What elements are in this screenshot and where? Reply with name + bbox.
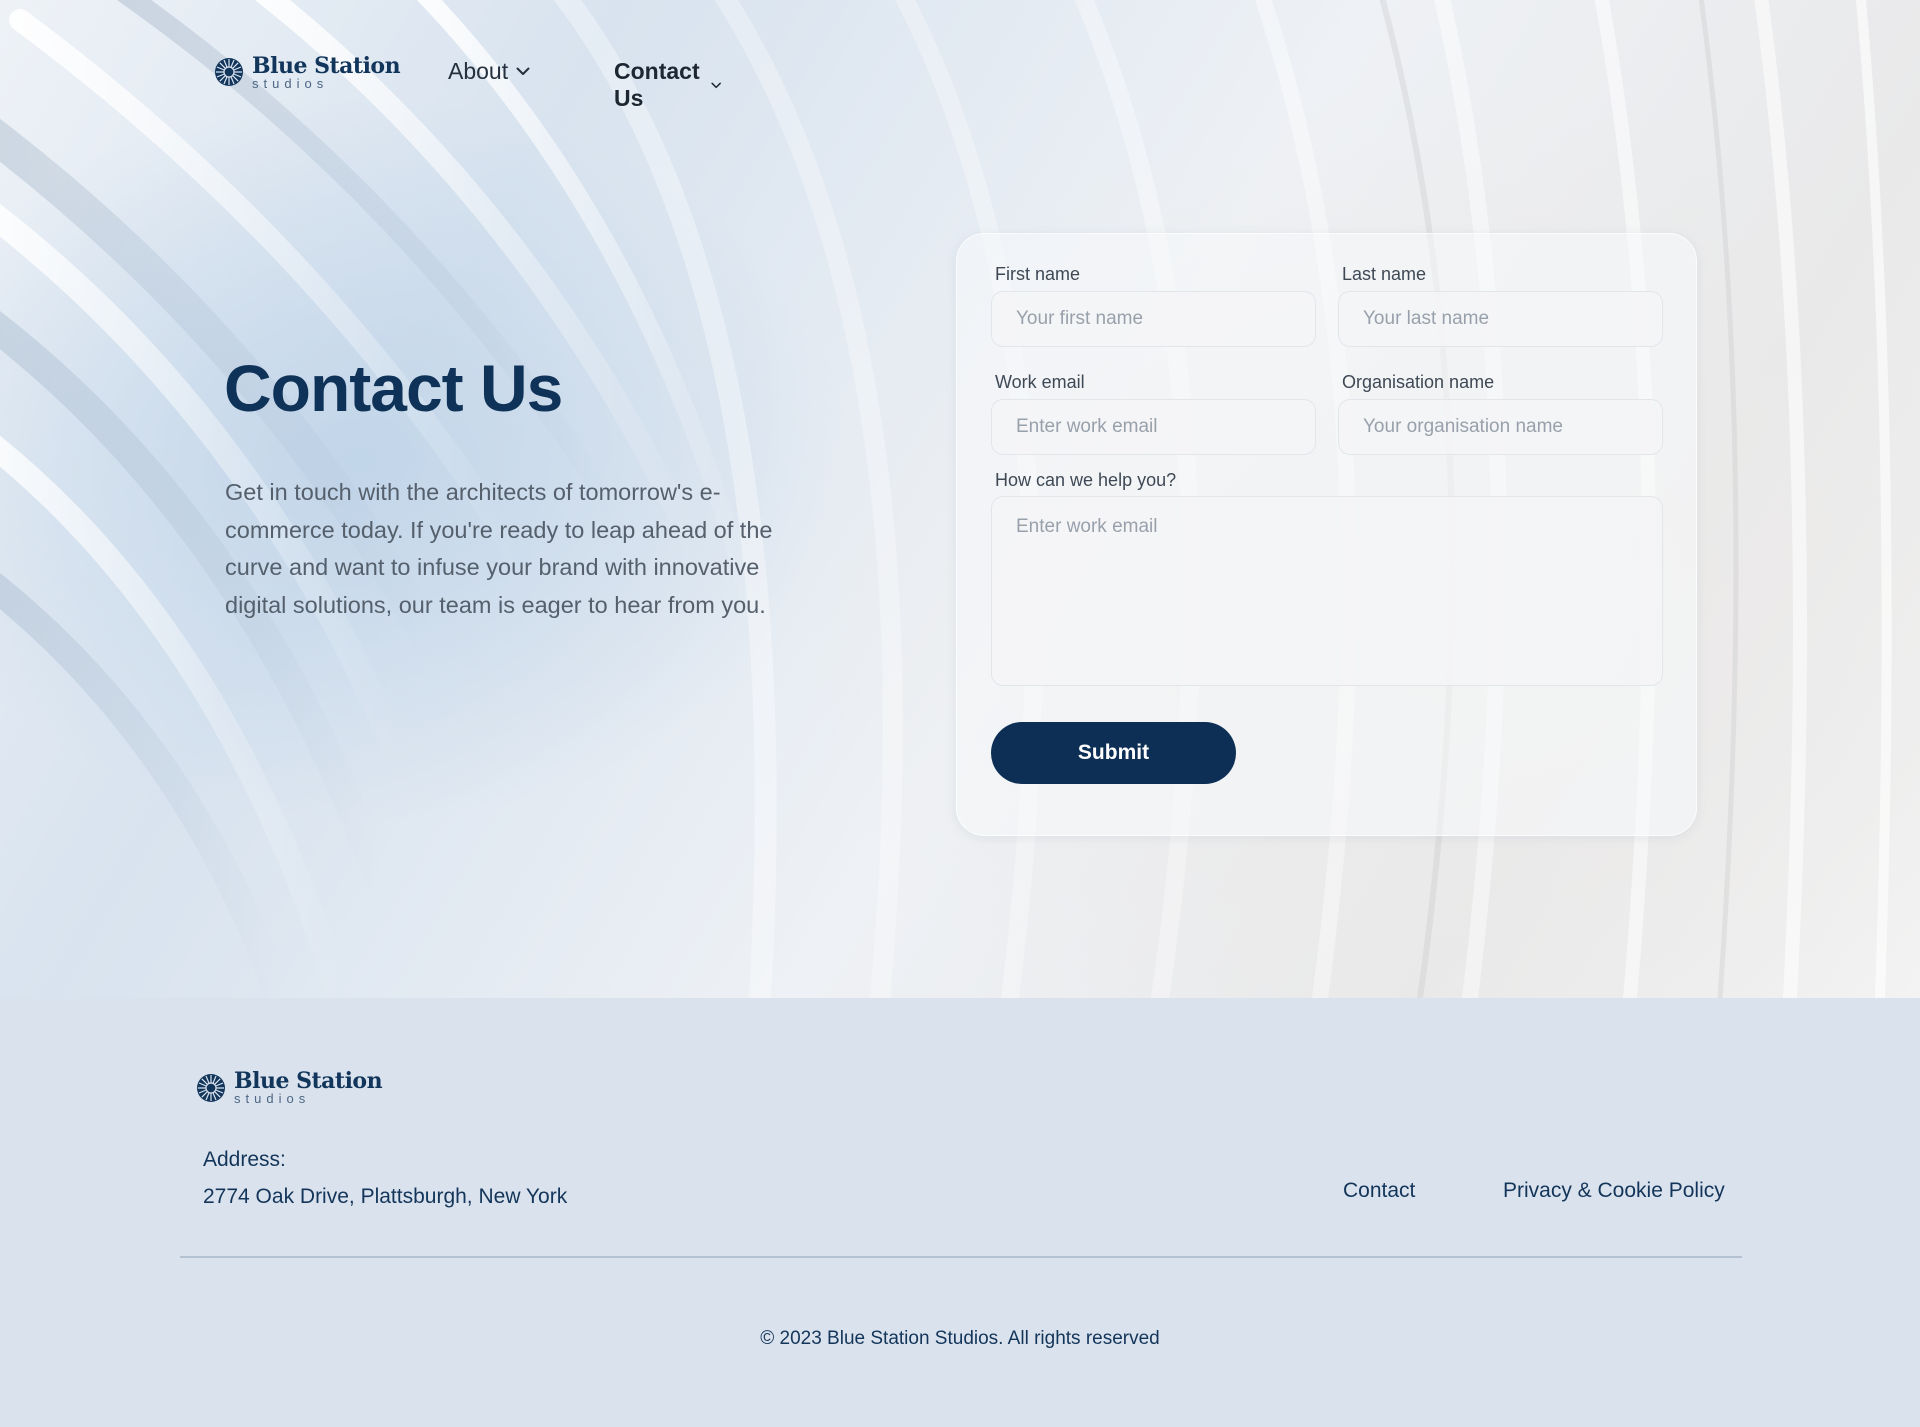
logo-brand-name: Blue Station [252, 52, 401, 79]
contact-form: First name Last name Work email Organisa… [956, 233, 1697, 836]
header-logo[interactable]: Blue Station studios [214, 52, 401, 91]
footer: Blue Station studios Address: 2774 Oak D… [0, 998, 1920, 1427]
logo-tagline: studios [252, 75, 329, 91]
top-nav: Blue Station studios About Contact Us [214, 52, 722, 111]
footer-link-contact[interactable]: Contact [1343, 1179, 1415, 1203]
chevron-down-icon [516, 67, 530, 75]
first-name-field[interactable] [991, 291, 1316, 347]
footer-link-privacy-policy[interactable]: Privacy & Cookie Policy [1503, 1179, 1725, 1203]
footer-divider [180, 1256, 1742, 1258]
hero-section: Blue Station studios About Contact Us Co… [0, 0, 1920, 998]
address-value: 2774 Oak Drive, Plattsburgh, New York [203, 1185, 568, 1208]
submit-button[interactable]: Submit [991, 722, 1236, 784]
copyright-text: © 2023 Blue Station Studios. All rights … [760, 1328, 1160, 1349]
page-title: Contact Us [224, 351, 563, 425]
message-field[interactable] [991, 496, 1663, 686]
last-name-label: Last name [1342, 264, 1427, 284]
footer-logo[interactable]: Blue Station studios [196, 1068, 383, 1106]
flower-logo-icon [197, 1073, 225, 1102]
first-name-label: First name [995, 264, 1081, 284]
footer-logo-tagline: studios [234, 1091, 311, 1106]
footer-logo-brand-name: Blue Station [234, 1068, 383, 1094]
organisation-name-field[interactable] [1338, 399, 1663, 455]
message-label: How can we help you? [995, 470, 1177, 490]
nav-contact-us-label: Contact Us [614, 58, 700, 111]
address-label: Address: [203, 1148, 286, 1171]
nav-about[interactable]: About [448, 58, 530, 85]
nav-contact-us[interactable]: Contact Us [614, 58, 722, 112]
flower-logo-icon [215, 58, 243, 86]
hero-description: Get in touch with the architects of tomo… [225, 479, 773, 618]
work-email-label: Work email [995, 372, 1085, 392]
last-name-field[interactable] [1338, 291, 1663, 347]
work-email-field[interactable] [991, 399, 1316, 455]
nav-about-label: About [448, 58, 509, 84]
organisation-name-label: Organisation name [1342, 372, 1495, 392]
chevron-down-icon [711, 82, 722, 88]
